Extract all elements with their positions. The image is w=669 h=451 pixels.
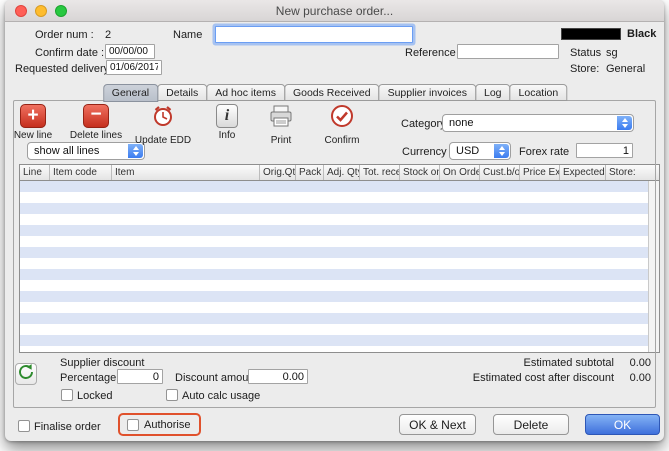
title-bar[interactable]: New purchase order... xyxy=(5,0,664,22)
store-value: General xyxy=(606,63,645,75)
tab-supplier-invoices[interactable]: Supplier invoices xyxy=(379,84,476,101)
delete-lines-button[interactable]: Delete lines xyxy=(67,104,125,141)
confirm-date-label: Confirm date : xyxy=(35,47,104,59)
ok-next-button[interactable]: OK & Next xyxy=(399,414,476,435)
authorise-checkbox[interactable] xyxy=(127,419,139,431)
info-icon xyxy=(216,104,238,128)
info-button[interactable]: Info xyxy=(207,104,247,141)
alarm-clock-icon xyxy=(151,104,175,133)
name-label: Name xyxy=(173,29,202,41)
minus-icon xyxy=(83,104,109,128)
tab-log[interactable]: Log xyxy=(475,84,511,101)
tab-general[interactable]: General xyxy=(103,84,158,102)
tab-ad-hoc-items[interactable]: Ad hoc items xyxy=(206,84,285,101)
tab-details[interactable]: Details xyxy=(157,84,207,101)
colour-swatch[interactable] xyxy=(561,28,621,40)
confirm-date-input[interactable] xyxy=(105,44,155,59)
authorise-label: Authorise xyxy=(144,419,190,431)
update-edd-button[interactable]: Update EDD xyxy=(131,104,195,146)
finalise-order-checkbox[interactable] xyxy=(18,420,30,432)
colour-name-label: Black xyxy=(627,28,656,40)
requested-delivery-input[interactable] xyxy=(106,60,162,75)
delete-button[interactable]: Delete xyxy=(493,414,569,435)
reference-input[interactable] xyxy=(457,44,559,59)
order-num-value: 2 xyxy=(105,29,111,41)
print-button[interactable]: Print xyxy=(257,104,305,146)
order-name-input[interactable] xyxy=(215,26,413,43)
confirm-check-icon xyxy=(330,104,354,133)
authorise-highlight: Authorise xyxy=(118,413,201,436)
general-tab-panel xyxy=(13,100,656,408)
new-line-button[interactable]: New line xyxy=(11,104,55,141)
ok-button[interactable]: OK xyxy=(585,414,660,435)
requested-delivery-label: Requested delivery: xyxy=(15,63,112,75)
store-label: Store: xyxy=(570,63,599,75)
plus-icon xyxy=(20,104,46,128)
tab-bar: General Details Ad hoc items Goods Recei… xyxy=(103,84,566,102)
finalise-order-label: Finalise order xyxy=(34,421,101,433)
status-label: Status xyxy=(570,47,601,59)
purchase-order-window: New purchase order... Order num : 2 Name… xyxy=(5,0,664,441)
window-title: New purchase order... xyxy=(5,4,664,18)
tab-location[interactable]: Location xyxy=(510,84,568,101)
order-num-label: Order num : xyxy=(35,29,94,41)
status-value: sg xyxy=(606,47,618,59)
confirm-button[interactable]: Confirm xyxy=(315,104,369,146)
printer-icon xyxy=(268,104,294,133)
reference-label: Reference xyxy=(405,47,456,59)
tab-goods-received[interactable]: Goods Received xyxy=(284,84,380,101)
